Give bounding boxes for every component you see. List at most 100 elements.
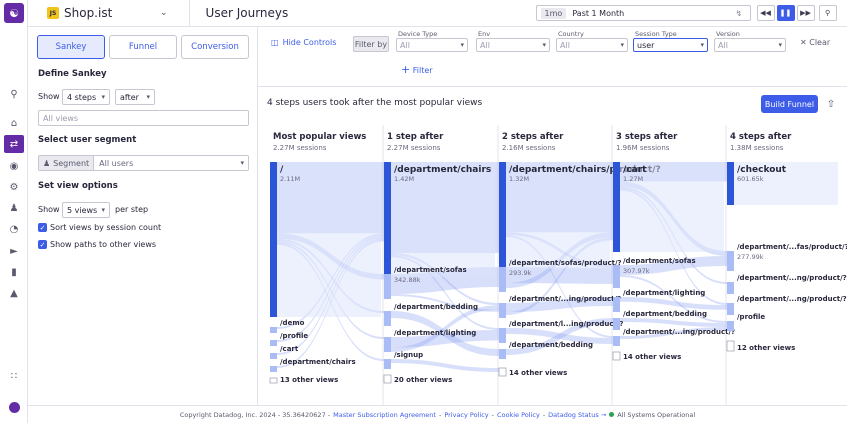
status-dot xyxy=(609,412,615,417)
privacy-link[interactable]: Privacy Policy xyxy=(444,411,488,419)
sankey-node xyxy=(270,340,277,346)
sidebar-icon: ◫ xyxy=(271,38,279,47)
search-icon[interactable]: ⚲ xyxy=(4,85,24,103)
sankey-node xyxy=(613,265,620,288)
sankey-node xyxy=(384,359,391,369)
play-icon[interactable]: ► xyxy=(4,242,24,260)
status-text: All Systems Operational xyxy=(617,410,696,419)
forward-icon[interactable]: ▶▶ xyxy=(796,5,815,21)
tab-funnel[interactable]: Funnel xyxy=(109,35,177,59)
node-count: 601.65k xyxy=(737,175,764,183)
filter-value: user xyxy=(637,40,655,50)
node-label: 13 other views xyxy=(280,376,338,384)
node-label: /profile xyxy=(737,313,765,321)
views-count-value: 5 views xyxy=(67,205,98,215)
filter-bar: ◫ Hide Controls Filter by Device Type All ▾… xyxy=(258,27,847,87)
sankey-node xyxy=(270,162,277,317)
tab-conversion[interactable]: Conversion xyxy=(181,35,249,59)
bar-chart-icon[interactable]: ▮ xyxy=(4,263,24,281)
zoom-icon[interactable]: ⚲ xyxy=(818,5,837,21)
rewind-icon[interactable]: ◀◀ xyxy=(756,5,775,21)
column-sessions: 2.16M sessions xyxy=(502,144,556,152)
datadog-logo[interactable]: ☯ xyxy=(4,3,24,23)
segment-select[interactable]: ♟ Segment All users ▾ xyxy=(38,155,249,171)
paths-checkbox[interactable]: ✓ xyxy=(38,240,47,249)
segment-chip-label: Segment xyxy=(53,158,90,168)
msa-link[interactable]: Master Subscription Agreement xyxy=(333,411,436,419)
per-step-label: per step xyxy=(115,205,149,214)
node-count: 342.88k xyxy=(394,276,421,284)
pause-icon[interactable]: ❚❚ xyxy=(776,5,795,21)
filter-by-chip: Filter by xyxy=(353,36,389,52)
area-chart-icon[interactable]: ▲ xyxy=(4,284,24,302)
node-label: /department/...fas/product/? xyxy=(737,243,847,251)
cookie-link[interactable]: Cookie Policy xyxy=(497,411,540,419)
views-input[interactable]: All views xyxy=(38,110,249,126)
chart-pie-icon[interactable]: ◔ xyxy=(4,220,24,238)
column-sessions: 1.96M sessions xyxy=(616,144,670,152)
sankey-node xyxy=(613,318,620,330)
footer: Copyright Datadog, Inc. 2024 - 35.364206… xyxy=(28,405,847,423)
users-icon[interactable]: ♟ xyxy=(4,199,24,217)
sankey-node xyxy=(727,321,734,331)
sankey-node xyxy=(726,340,735,352)
journeys-icon[interactable]: ⇄ xyxy=(4,135,24,153)
chevron-down-icon: ▾ xyxy=(240,159,244,167)
home-icon[interactable]: ⌂ xyxy=(4,114,24,132)
watchdog-icon[interactable]: ◉ xyxy=(4,157,24,175)
filter-device-type[interactable]: Device Type All ▾ xyxy=(396,30,468,52)
node-label: /cart xyxy=(623,165,647,175)
sort-checkbox[interactable]: ✓ xyxy=(38,223,47,232)
status-link[interactable]: Datadog Status → xyxy=(548,411,606,419)
sankey-node xyxy=(499,303,506,318)
page-title: User Journeys xyxy=(205,6,289,20)
avatar[interactable] xyxy=(4,398,24,416)
direction-select[interactable]: after ▾ xyxy=(115,89,155,105)
node-count: 1.27M xyxy=(623,175,643,183)
copyright: Copyright Datadog, Inc. 2024 - 35.364206… xyxy=(179,410,331,419)
define-panel: Sankey Funnel Conversion Define Sankey S… xyxy=(28,27,258,405)
add-filter-button[interactable]: + Filter xyxy=(401,63,433,76)
segment-chip: ♟ Segment xyxy=(39,156,95,170)
steps-select[interactable]: 4 steps ▾ xyxy=(62,89,110,105)
show-label-2: Show xyxy=(38,205,60,214)
node-label: /department/lighting xyxy=(394,329,476,337)
node-label: /department/chairs xyxy=(280,358,356,366)
node-label: 20 other views xyxy=(394,376,452,384)
filter-value: All xyxy=(400,40,410,50)
views-count-select[interactable]: 5 views ▾ xyxy=(62,202,110,218)
segment-value: All users xyxy=(99,158,134,168)
node-label: /department/lighting xyxy=(623,289,705,297)
app-name[interactable]: Shop.ist xyxy=(64,6,160,20)
sankey-diagram: Most popular views 2.27M sessions 1 step a… xyxy=(269,125,847,405)
filter-country[interactable]: Country All ▾ xyxy=(556,30,628,52)
filter-label: Country xyxy=(558,30,584,38)
left-nav-rail: ☯ ⚲ ⌂ ⇄ ◉ ⚙ ♟ ◔ ► ▮ ▲ ∷ xyxy=(0,0,28,423)
pin-icon[interactable]: ↯ xyxy=(736,9,750,18)
sankey-node xyxy=(727,162,734,205)
node-count: 1.42M xyxy=(394,175,414,183)
hide-controls-button[interactable]: ◫ Hide Controls xyxy=(271,38,336,47)
sankey-node xyxy=(384,162,391,277)
grid-icon[interactable]: ∷ xyxy=(4,367,24,385)
filter-version[interactable]: Version All ▾ xyxy=(714,30,786,52)
filter-session-type[interactable]: Session Type user ▾ xyxy=(633,30,708,52)
sankey-node xyxy=(613,297,620,312)
chevron-down-icon: ▾ xyxy=(101,93,105,101)
hide-controls-label: Hide Controls xyxy=(282,38,337,47)
node-count: 1.32M xyxy=(509,175,529,183)
filter-env[interactable]: Env All ▾ xyxy=(476,30,550,52)
node-count: 293.9k xyxy=(509,269,532,277)
define-title: Define Sankey xyxy=(38,69,107,79)
node-label: /department/...ng/product/? xyxy=(737,274,847,282)
settings-icon[interactable]: ⚙ xyxy=(4,178,24,196)
time-label: Past 1 Month xyxy=(572,8,625,18)
clear-button[interactable]: ✕ Clear xyxy=(800,38,830,47)
node-label: /department/bedding xyxy=(394,303,478,311)
steps-value: 4 steps xyxy=(67,92,97,102)
chevron-down-icon[interactable]: ⌄ xyxy=(160,8,168,18)
time-picker[interactable]: 1mo Past 1 Month ↯ xyxy=(535,5,751,21)
segment-title: Select user segment xyxy=(38,135,137,145)
tab-sankey[interactable]: Sankey xyxy=(37,35,105,59)
paths-label: Show paths to other views xyxy=(50,240,157,249)
